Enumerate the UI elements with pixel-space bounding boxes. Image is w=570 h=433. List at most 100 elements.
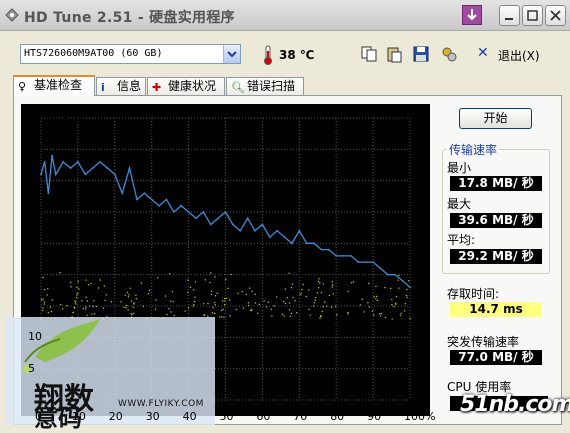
access-time-point [375, 298, 377, 300]
transfer-rate-point [386, 273, 389, 276]
access-time-point [135, 294, 137, 296]
access-time-point [225, 297, 228, 299]
access-time-point [405, 294, 407, 296]
copy-icon[interactable] [360, 45, 378, 63]
transfer-rate-point [106, 167, 109, 170]
maximize-button[interactable] [522, 5, 543, 26]
access-time-point [258, 303, 261, 305]
access-time-point [283, 315, 285, 317]
access-time-point [347, 311, 349, 314]
x-tick-label: 10 [71, 410, 86, 423]
access-time-point [322, 283, 324, 285]
x-tick-label: 100% [404, 410, 436, 423]
y-left-tick-label: 5 [28, 361, 35, 375]
access-time-point [373, 314, 375, 316]
access-time-point [103, 285, 105, 287]
tab-info[interactable]: i 信息 [96, 77, 146, 95]
download-icon[interactable] [462, 5, 482, 25]
tab-benchmark[interactable]: ♀ 基准检查 [13, 75, 95, 96]
access-time-point [42, 307, 44, 309]
access-time-point [194, 281, 197, 283]
access-time-point [193, 304, 195, 306]
transfer-rate-point [143, 192, 146, 195]
access-time-point [140, 282, 142, 284]
access-time-point [220, 309, 223, 312]
transfer-rate-point [121, 192, 124, 195]
x-tick-label: 40 [182, 410, 197, 423]
access-time-point [142, 305, 145, 307]
access-time-point [294, 300, 296, 302]
access-time-point [273, 305, 275, 307]
access-time-point [359, 304, 361, 306]
access-time-point [335, 305, 337, 307]
access-time-point [242, 307, 245, 309]
minimize-button[interactable] [499, 5, 520, 26]
options-icon[interactable] [440, 45, 458, 63]
access-time-point [187, 307, 190, 309]
access-time-point [193, 300, 196, 303]
access-time-point [135, 298, 137, 300]
transfer-rate-point [172, 211, 175, 213]
paste-icon[interactable] [385, 45, 403, 63]
max-value: 39.6 MB/ 秒 [450, 213, 542, 228]
access-time-point [409, 318, 411, 320]
transfer-rate-point [342, 254, 345, 257]
access-time-point [391, 298, 393, 301]
access-time-point [368, 306, 370, 308]
transfer-rate-point [202, 211, 205, 213]
transfer-rate-point [357, 261, 360, 264]
access-time-point [398, 274, 400, 276]
transfer-rate-point [43, 160, 46, 163]
access-time-point [224, 300, 226, 302]
access-time-point [313, 302, 315, 304]
tab-error-scan[interactable]: 🔍︎ 错误扫描 [226, 77, 304, 95]
access-time-point [380, 312, 382, 315]
scan-icon: 🔍︎ [231, 81, 245, 94]
min-value: 17.8 MB/ 秒 [450, 176, 542, 191]
access-time-point [254, 293, 256, 295]
transfer-rate-point [187, 211, 190, 213]
access-time-point [42, 298, 44, 300]
access-time-point [375, 295, 378, 297]
access-time-point [406, 288, 408, 291]
access-time-point [352, 281, 355, 283]
y-right-tick-label: 30 [414, 205, 428, 218]
exit-button[interactable]: ✕ 退出(X) [477, 44, 551, 64]
access-time-point [316, 292, 318, 294]
chevron-down-icon[interactable] [223, 45, 240, 63]
access-time-point [330, 306, 333, 308]
access-time-point [210, 293, 212, 295]
access-time-point [154, 308, 157, 310]
access-time-point [367, 302, 369, 304]
close-button[interactable] [545, 5, 566, 26]
tab-health[interactable]: ✚ 健康状况 [147, 77, 225, 95]
access-time-point [92, 305, 94, 307]
access-time-point [164, 295, 167, 297]
save-icon[interactable] [412, 45, 430, 63]
thermometer-icon [264, 45, 272, 65]
access-time-point [216, 292, 218, 294]
y-right-tick-label: 5 [414, 361, 421, 375]
access-time-point [123, 306, 125, 308]
drive-select[interactable]: HTS726060M9AT00 (60 GB) [20, 44, 241, 64]
access-time-point [126, 291, 129, 293]
access-time-point [395, 303, 397, 305]
access-time-point [336, 314, 338, 316]
access-time-point [43, 303, 45, 305]
access-time-point [210, 272, 212, 274]
temperature-value: 38 ℃ [279, 48, 315, 62]
access-time-point [399, 314, 402, 316]
access-time-point [361, 298, 363, 300]
access-time-point [127, 309, 129, 311]
access-time-point [75, 303, 77, 305]
access-time-point [378, 313, 381, 315]
x-tick-label: 30 [145, 410, 160, 423]
max-label: 最大 [447, 197, 472, 211]
transfer-rate-point [113, 173, 116, 176]
start-button[interactable]: 开始 [459, 108, 532, 129]
access-time-point [214, 304, 216, 306]
access-time-point [323, 301, 326, 303]
access-time-label: 存取时间: [447, 287, 500, 301]
access-time-point [129, 287, 131, 289]
access-time-point [211, 312, 213, 314]
